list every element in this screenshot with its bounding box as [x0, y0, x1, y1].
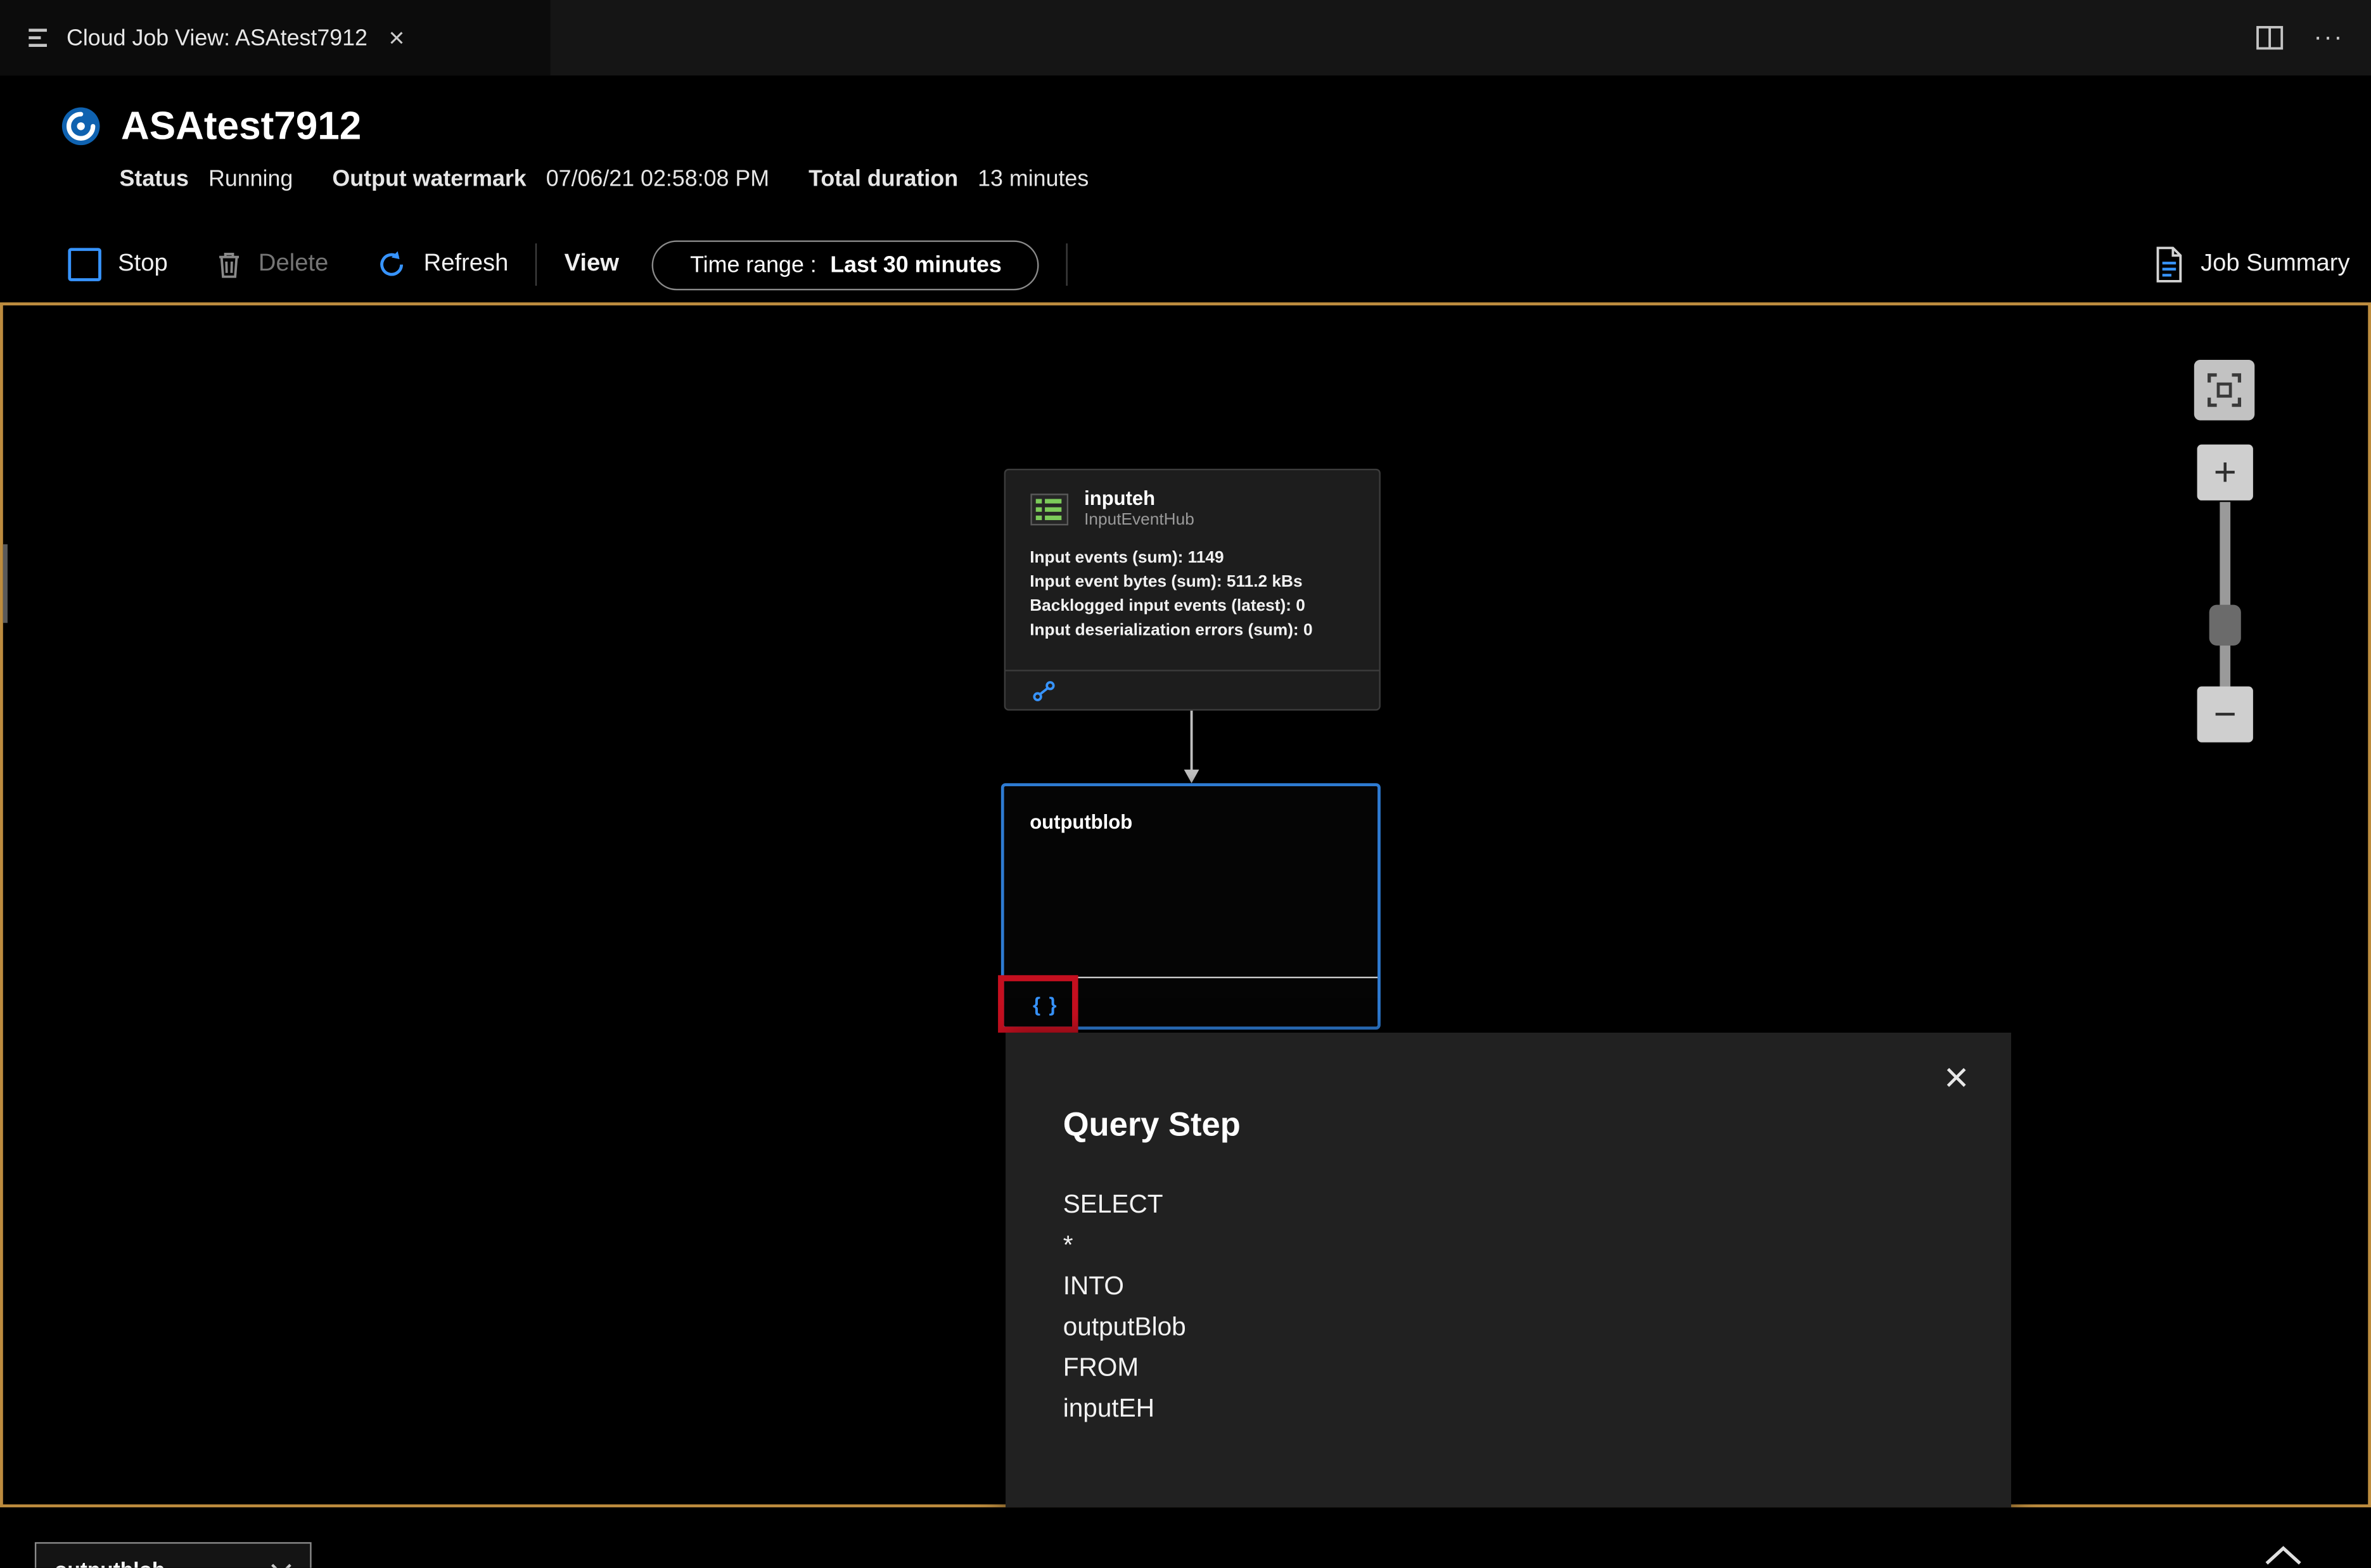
metric-line: Input event bytes (sum): 511.2 kBs [1030, 572, 1303, 591]
view-menu[interactable]: View [565, 251, 619, 278]
fit-to-screen-icon [2208, 373, 2242, 407]
tab-close-icon[interactable]: × [383, 21, 411, 54]
stop-icon [68, 248, 101, 281]
input-node-title: inputeh [1084, 487, 1156, 510]
delete-button[interactable]: Delete [216, 250, 328, 280]
refresh-label: Refresh [423, 251, 509, 277]
page-title: ASAtest7912 [120, 103, 362, 148]
toolbar-separator-2 [1066, 243, 1068, 286]
tab-cloud-job-view[interactable]: Cloud Job View: ASAtest7912 × [0, 0, 551, 76]
cloud-job-view-window: Cloud Job View: ASAtest7912 × ··· ASAtes… [0, 0, 2371, 1568]
vertical-scrollbar[interactable] [3, 544, 8, 623]
stream-analytics-logo-icon [60, 106, 101, 146]
output-node-title: outputblob [1030, 810, 1133, 833]
trash-icon [216, 250, 242, 280]
query-line: inputEH [1063, 1394, 1155, 1423]
time-range-value: Last 30 minutes [830, 252, 1002, 277]
time-range-label: Time range : [690, 252, 817, 277]
job-summary-icon [2152, 246, 2186, 283]
duration-label: Total duration [808, 166, 959, 193]
editor-actions: ··· [2256, 0, 2371, 75]
plus-icon: + [2213, 449, 2237, 495]
popup-close-icon[interactable]: × [1944, 1056, 1969, 1099]
selector-label: outputblob [54, 1557, 165, 1568]
refresh-button[interactable]: Refresh [377, 250, 509, 280]
chevron-down-icon [271, 1562, 291, 1568]
job-summary-button[interactable]: Job Summary [2152, 246, 2350, 283]
zoom-slider-track[interactable] [2220, 502, 2231, 687]
job-summary-label: Job Summary [2201, 251, 2350, 277]
highlight-red-box [998, 975, 1078, 1033]
metric-line: Input deserialization errors (sum): 0 [1030, 620, 1313, 639]
zoom-slider-handle[interactable] [2209, 604, 2241, 646]
query-text: SELECT * INTO outputBlob FROM inputEH [1063, 1184, 1186, 1429]
minus-icon: − [2213, 691, 2237, 737]
input-node-metrics: Input events (sum): 1149 Input event byt… [1006, 530, 1379, 642]
refresh-icon [377, 250, 407, 280]
editor-tab-bar: Cloud Job View: ASAtest7912 × ··· [0, 0, 2371, 76]
stop-label: Stop [118, 251, 168, 277]
output-node-selector[interactable]: outputblob [34, 1542, 312, 1568]
event-hub-icon [1030, 492, 1069, 526]
diagram-node-inputeh[interactable]: inputeh InputEventHub Input events (sum)… [1004, 468, 1381, 711]
status-label: Status [119, 166, 189, 193]
job-meta-row: Status Running Output watermark 07/06/21… [120, 167, 1089, 193]
time-range-button[interactable]: Time range : Last 30 minutes [652, 239, 1040, 290]
edge-inputeh-to-outputblob [1179, 710, 1203, 784]
zoom-out-button[interactable]: − [2197, 686, 2253, 743]
input-node-subtitle: InputEventHub [1084, 511, 1194, 530]
job-view-tab-icon [27, 27, 51, 48]
query-line: * [1063, 1230, 1073, 1259]
query-line: INTO [1063, 1272, 1124, 1301]
split-editor-icon[interactable] [2256, 26, 2284, 50]
diagnostics-link-icon[interactable] [1033, 680, 1056, 701]
job-toolbar: Stop Delete Refresh View Time range : La… [0, 227, 2371, 302]
view-label: View [564, 251, 619, 277]
metric-line: Input events (sum): 1149 [1030, 548, 1224, 566]
watermark-label: Output watermark [332, 166, 527, 193]
toolbar-separator [535, 243, 537, 286]
zoom-fit-button[interactable] [2194, 359, 2255, 421]
job-header: ASAtest7912 Status Running Output waterm… [0, 75, 2371, 227]
status-value: Running [208, 166, 293, 193]
query-line: FROM [1063, 1353, 1139, 1382]
input-node-footer [1006, 670, 1379, 709]
delete-label: Delete [258, 251, 329, 277]
stop-button[interactable]: Stop [68, 248, 168, 281]
zoom-in-button[interactable]: + [2197, 444, 2253, 500]
query-line: outputBlob [1063, 1312, 1186, 1341]
more-actions-icon[interactable]: ··· [2313, 23, 2344, 53]
query-step-popup: × Query Step SELECT * INTO outputBlob FR… [1006, 1032, 2012, 1508]
watermark-value: 07/06/21 02:58:08 PM [546, 166, 770, 193]
job-diagram-canvas[interactable]: inputeh InputEventHub Input events (sum)… [0, 302, 2371, 1508]
tab-title: Cloud Job View: ASAtest7912 [67, 25, 367, 51]
metric-line: Backlogged input events (latest): 0 [1030, 596, 1305, 615]
duration-value: 13 minutes [978, 166, 1089, 193]
popup-title: Query Step [1063, 1105, 1241, 1144]
bottom-panel: outputblob [0, 1507, 2371, 1568]
expand-panel-chevron-up-icon[interactable] [2264, 1545, 2303, 1566]
query-line: SELECT [1063, 1190, 1163, 1219]
